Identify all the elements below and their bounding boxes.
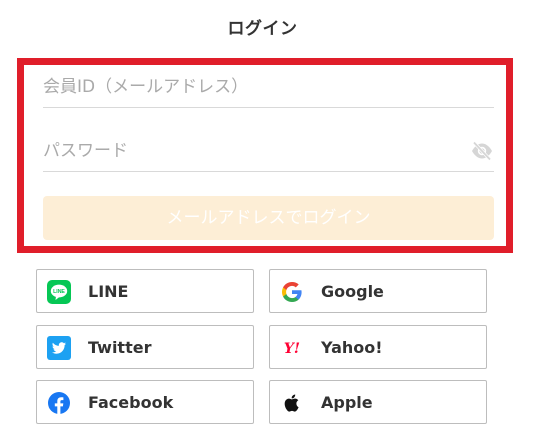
- google-icon: [280, 280, 304, 304]
- password-input[interactable]: [43, 131, 463, 171]
- facebook-label: Facebook: [88, 393, 174, 412]
- facebook-icon: [47, 391, 71, 415]
- line-login-button[interactable]: LINE LINE: [36, 269, 254, 313]
- facebook-login-button[interactable]: Facebook: [36, 380, 254, 424]
- page-title: ログイン: [227, 19, 298, 39]
- yahoo-icon: Y!: [280, 336, 304, 360]
- login-form-highlight: メールアドレスでログイン: [17, 58, 513, 253]
- email-field[interactable]: [43, 67, 494, 108]
- twitter-label: Twitter: [88, 338, 152, 357]
- line-label: LINE: [88, 282, 129, 301]
- twitter-login-button[interactable]: Twitter: [36, 325, 254, 369]
- login-page: ログイン メールアドレスでログイン: [0, 0, 543, 439]
- google-login-button[interactable]: Google: [269, 269, 487, 313]
- google-label: Google: [321, 282, 384, 301]
- email-login-button[interactable]: メールアドレスでログイン: [43, 196, 494, 240]
- password-field[interactable]: [43, 131, 494, 172]
- svg-text:Y!: Y!: [284, 341, 300, 357]
- apple-label: Apple: [321, 393, 373, 412]
- eye-off-icon[interactable]: [470, 141, 494, 161]
- apple-login-button[interactable]: Apple: [269, 380, 487, 424]
- yahoo-login-button[interactable]: Y! Yahoo!: [269, 325, 487, 369]
- twitter-icon: [47, 336, 71, 360]
- line-icon: LINE: [47, 280, 71, 304]
- apple-icon: [280, 391, 304, 415]
- email-input[interactable]: [43, 67, 463, 107]
- svg-text:LINE: LINE: [53, 289, 65, 295]
- yahoo-label: Yahoo!: [321, 338, 383, 357]
